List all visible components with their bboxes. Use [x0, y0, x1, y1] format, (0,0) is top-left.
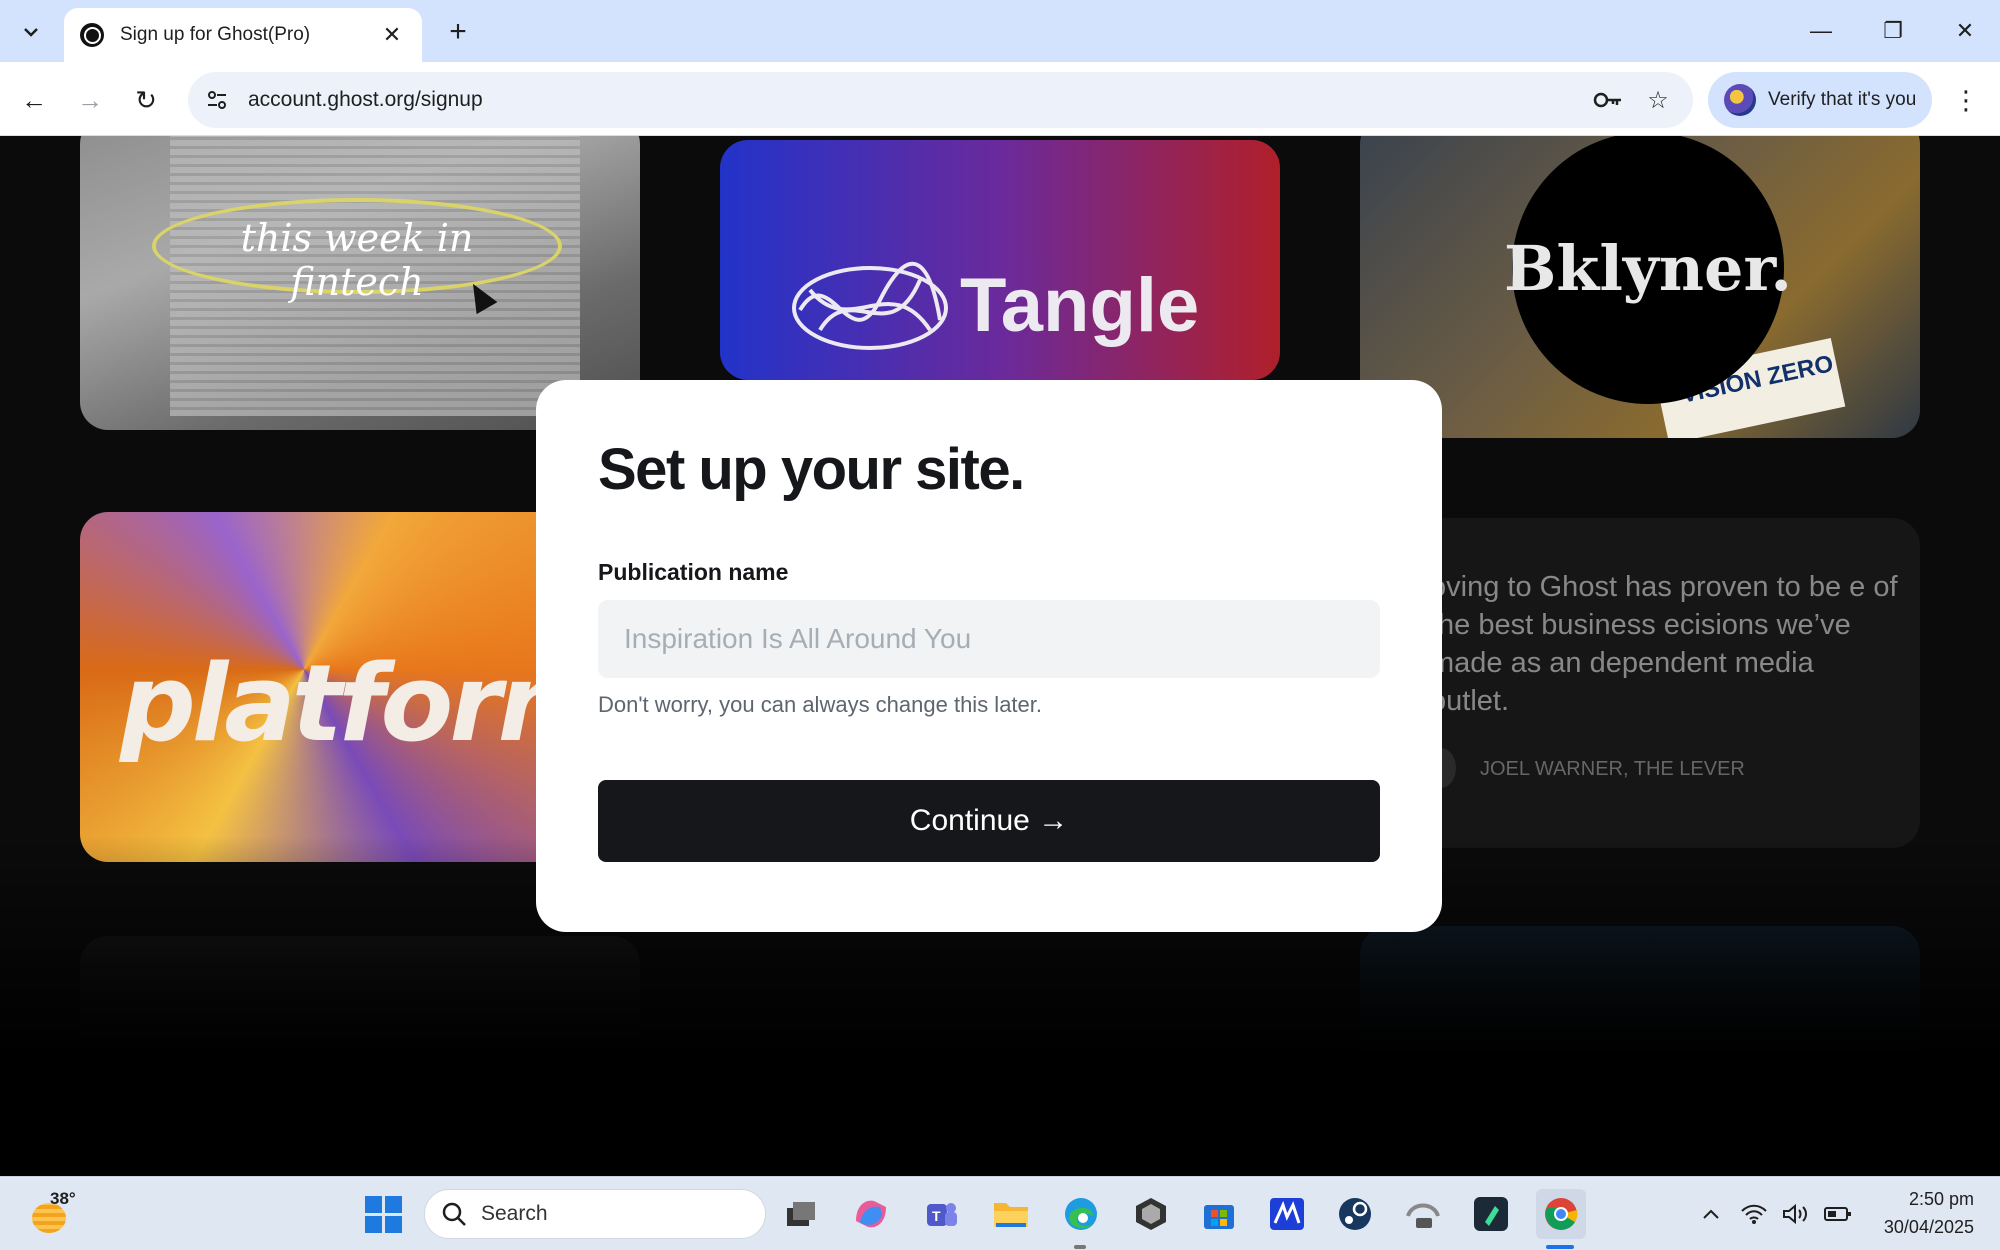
steam-icon[interactable]	[1330, 1189, 1380, 1239]
bklyner-logo-circle: Bklyner.	[1504, 136, 1792, 404]
reload-icon[interactable]: ↻	[124, 78, 168, 122]
url-text[interactable]: account.ghost.org/signup	[248, 88, 1583, 112]
minimize-button[interactable]: —	[1796, 10, 1846, 52]
menu-icon[interactable]: ⋮	[1946, 78, 1986, 122]
volume-icon[interactable]	[1778, 1189, 1814, 1239]
chrome-icon[interactable]	[1536, 1189, 1586, 1239]
site-info-icon[interactable]	[192, 75, 242, 125]
modal-title: Set up your site.	[598, 437, 1025, 502]
taskbar-search[interactable]: Search	[424, 1189, 766, 1239]
search-label: Search	[481, 1202, 548, 1225]
edge-icon[interactable]	[1056, 1189, 1106, 1239]
tangle-logo-text: Tangle	[960, 263, 1200, 348]
close-window-button[interactable]: ✕	[1940, 10, 1990, 52]
verify-label: Verify that it's you	[1768, 89, 1917, 110]
svg-text:T: T	[932, 1208, 941, 1224]
showcase-card-bklyner: VISION ZERO Bklyner.	[1360, 136, 1920, 438]
tangle-knot-icon	[792, 261, 948, 350]
address-bar[interactable]: account.ghost.org/signup ☆	[188, 72, 1693, 128]
profile-avatar-icon	[1724, 84, 1756, 116]
restore-button[interactable]: ❐	[1868, 10, 1918, 52]
testimonial-card: oving to Ghost has proven to be e of the…	[1360, 518, 1920, 848]
battery-icon[interactable]	[1820, 1189, 1856, 1239]
tray-chevron-icon[interactable]	[1686, 1189, 1736, 1239]
signup-page: this week in fintech Tangle VISION ZERO …	[0, 136, 2000, 1176]
weather-widget[interactable]: 38°	[28, 1189, 78, 1239]
chrome-active-indicator	[1546, 1245, 1574, 1249]
showcase-card-tangle: Tangle	[720, 140, 1280, 380]
browser-toolbar: ← → ↻ account.ghost.org/signup ☆ Verify …	[0, 62, 2000, 136]
file-explorer-icon[interactable]	[986, 1189, 1036, 1239]
tab-strip: Sign up for Ghost(Pro) ✕ + — ❐ ✕	[0, 0, 2000, 62]
publication-name-hint: Don't worry, you can always change this …	[598, 692, 1043, 717]
clock-time[interactable]: 2:50 pm	[1862, 1189, 1974, 1210]
microsoft-store-icon[interactable]	[1194, 1189, 1244, 1239]
testimonial-quote: oving to Ghost has proven to be e of the…	[1430, 571, 1898, 717]
teams-icon[interactable]: T	[916, 1189, 966, 1239]
active-tab[interactable]: Sign up for Ghost(Pro) ✕	[64, 8, 422, 62]
new-tab-button[interactable]: +	[440, 14, 476, 50]
back-icon[interactable]: ←	[12, 78, 56, 122]
publication-name-label: Publication name	[598, 559, 789, 585]
task-view-icon[interactable]	[776, 1189, 826, 1239]
forward-icon[interactable]: →	[68, 78, 112, 122]
copilot-icon[interactable]	[846, 1189, 896, 1239]
ghost-favicon-icon	[80, 23, 104, 47]
publication-name-input[interactable]	[598, 600, 1380, 678]
password-key-icon[interactable]	[1583, 75, 1633, 125]
verify-profile-button[interactable]: Verify that it's you	[1708, 72, 1932, 128]
clock-date[interactable]: 30/04/2025	[1862, 1217, 1974, 1238]
wifi-icon[interactable]	[1736, 1189, 1772, 1239]
bookmark-star-icon[interactable]: ☆	[1633, 75, 1683, 125]
bklyner-logo-text: Bklyner.	[1503, 231, 1793, 305]
weather-temperature: 38°	[50, 1189, 76, 1208]
tab-title: Sign up for Ghost(Pro)	[120, 24, 311, 45]
tab-search-icon[interactable]	[10, 12, 52, 52]
search-icon	[442, 1202, 466, 1226]
setup-site-modal: Set up your site. Publication name Don't…	[536, 380, 1442, 932]
continue-button[interactable]: Continue →	[598, 780, 1380, 862]
app-pro-icon[interactable]	[1398, 1189, 1448, 1239]
app-m-icon[interactable]	[1262, 1189, 1312, 1239]
windows-taskbar: 38° Search T 2:50 pm 30/04/2025	[0, 1176, 2000, 1250]
edge-running-indicator	[1074, 1245, 1086, 1249]
tab-close-icon[interactable]: ✕	[378, 22, 406, 48]
app-icon[interactable]	[1126, 1189, 1176, 1239]
testimonial-author: JOEL WARNER, THE LEVER	[1480, 758, 1745, 780]
windows-start-icon[interactable]	[358, 1189, 408, 1239]
app-green-icon[interactable]	[1466, 1189, 1516, 1239]
